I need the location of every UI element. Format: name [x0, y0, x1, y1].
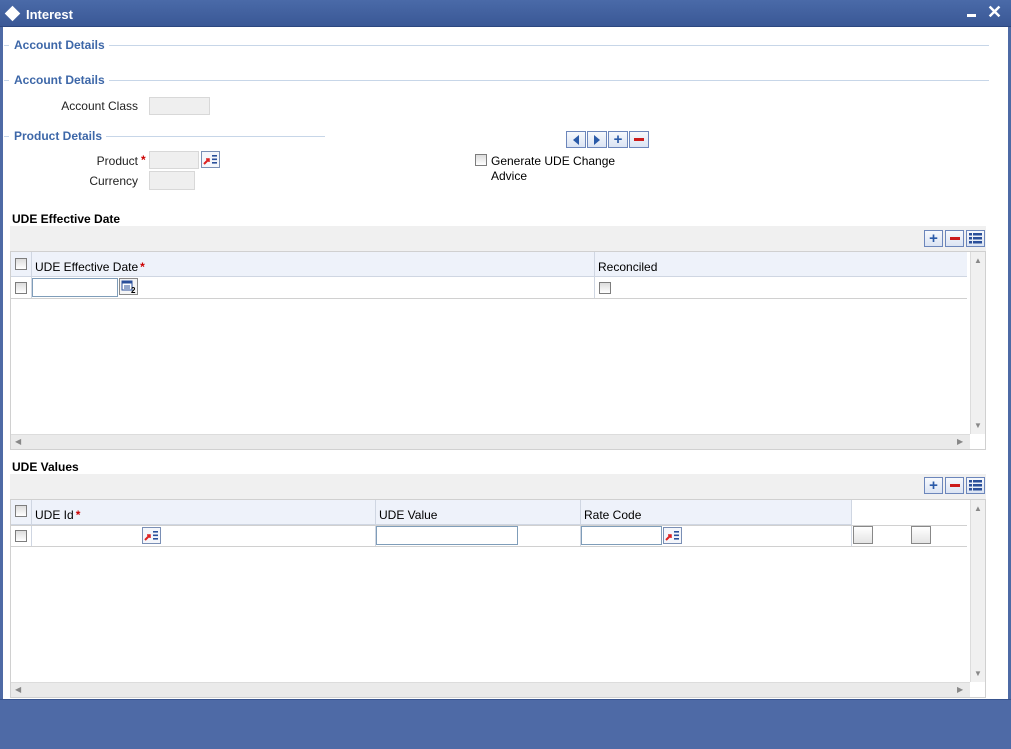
list-icon	[969, 233, 982, 244]
rate-code-input[interactable]	[581, 526, 662, 545]
lov-list-icon	[665, 531, 679, 541]
ude-id-lov-button[interactable]	[142, 527, 161, 544]
product-field[interactable]	[149, 151, 199, 169]
section-dash	[4, 80, 9, 81]
row-detail-button[interactable]	[853, 526, 873, 544]
minus-icon	[949, 237, 960, 240]
required-mark: *	[140, 260, 145, 274]
scroll-right-icon[interactable]: ▶	[957, 685, 963, 694]
generate-ude-advice-checkbox[interactable]	[475, 154, 487, 166]
currency-label: Currency	[89, 174, 138, 188]
ude-values-row-checkbox[interactable]	[15, 530, 27, 542]
plus-icon: +	[929, 476, 938, 494]
column-header-rate-code: Rate Code	[584, 508, 642, 522]
plus-icon: +	[929, 229, 938, 247]
scroll-up-icon[interactable]: ▲	[974, 504, 982, 513]
section-divider	[106, 45, 989, 46]
scroll-left-icon[interactable]: ◀	[15, 685, 21, 694]
section-title-account-details: Account Details	[10, 73, 109, 87]
currency-field[interactable]	[149, 171, 195, 190]
grid-header	[11, 252, 967, 277]
product-label: Product	[96, 154, 138, 168]
account-class-field[interactable]	[149, 97, 210, 115]
list-icon	[969, 480, 982, 491]
window-title: Interest	[26, 7, 73, 22]
next-record-button[interactable]	[587, 131, 607, 148]
ude-effective-date-grid-title: UDE Effective Date	[12, 212, 121, 226]
ude-values-grid-title: UDE Values	[12, 460, 79, 474]
calendar-button[interactable]: 2	[119, 278, 138, 295]
reconciled-checkbox[interactable]	[599, 282, 611, 294]
window-frame-left	[0, 27, 3, 699]
column-separator	[31, 500, 32, 546]
lov-list-icon	[203, 155, 217, 165]
effective-date-horizontal-scrollbar[interactable]	[11, 434, 970, 449]
triangle-right-icon	[594, 134, 600, 145]
grid-toolbar	[10, 226, 986, 251]
scroll-up-icon[interactable]: ▲	[974, 256, 982, 265]
section-divider	[104, 136, 325, 137]
section-dash	[4, 136, 9, 137]
minus-icon	[949, 484, 960, 487]
triangle-left-icon	[573, 134, 579, 145]
column-header-ude-id: UDE Id *	[35, 508, 80, 522]
scroll-down-icon[interactable]: ▼	[974, 669, 982, 678]
svg-text:2: 2	[131, 286, 136, 294]
ude-values-select-all-checkbox[interactable]	[15, 505, 27, 517]
ude-values-single-view-button[interactable]	[966, 477, 985, 494]
generate-ude-advice-label-line1: Generate UDE Change	[491, 154, 616, 168]
column-separator	[594, 252, 595, 298]
column-separator	[851, 500, 852, 546]
effective-date-delete-row-button[interactable]	[945, 230, 964, 247]
rate-code-lov-button[interactable]	[663, 527, 682, 544]
section-title-product-details: Product Details	[10, 129, 107, 143]
plus-icon: +	[613, 130, 623, 148]
lov-list-icon	[144, 531, 158, 541]
calendar-icon: 2	[121, 280, 136, 295]
product-lov-button[interactable]	[201, 151, 220, 168]
section-dash	[4, 45, 9, 46]
effective-date-single-view-button[interactable]	[966, 230, 985, 247]
column-header-label: UDE Id	[35, 508, 74, 522]
section-title-account-details-outer: Account Details	[10, 38, 109, 52]
ude-value-input[interactable]	[376, 526, 518, 545]
minimize-icon[interactable]	[967, 14, 976, 17]
ude-values-horizontal-scrollbar[interactable]	[11, 682, 970, 697]
window-footer	[0, 699, 1011, 749]
minus-icon	[634, 138, 644, 141]
product-required-mark: *	[141, 153, 146, 167]
add-record-button[interactable]: +	[608, 131, 628, 148]
account-class-label: Account Class	[61, 99, 138, 113]
column-header-label: UDE Effective Date	[35, 260, 139, 274]
column-header-reconciled: Reconciled	[598, 260, 658, 274]
generate-ude-advice-label-line2: Advice	[491, 169, 528, 183]
effective-date-select-all-checkbox[interactable]	[15, 258, 27, 270]
scroll-down-icon[interactable]: ▼	[974, 421, 982, 430]
delete-record-button[interactable]	[629, 131, 649, 148]
effective-date-vertical-scrollbar[interactable]	[970, 252, 985, 434]
row-separator	[11, 298, 967, 299]
row-separator	[11, 546, 967, 547]
scroll-left-icon[interactable]: ◀	[15, 437, 21, 446]
previous-record-button[interactable]	[566, 131, 586, 148]
ude-id-input[interactable]	[34, 527, 142, 544]
effective-date-row-checkbox[interactable]	[15, 282, 27, 294]
effective-date-add-row-button[interactable]: +	[924, 230, 943, 247]
required-mark: *	[75, 508, 81, 522]
ude-effective-date-input[interactable]	[32, 278, 118, 297]
ude-values-add-row-button[interactable]: +	[924, 477, 943, 494]
row-detail-button[interactable]	[911, 526, 931, 544]
column-header-ude-effective-date: UDE Effective Date *	[35, 260, 145, 274]
scroll-right-icon[interactable]: ▶	[957, 437, 963, 446]
ude-values-delete-row-button[interactable]	[945, 477, 964, 494]
ude-effective-date-grid	[10, 251, 986, 450]
close-icon[interactable]: ✕	[987, 2, 1002, 22]
ude-values-vertical-scrollbar[interactable]	[970, 500, 985, 682]
column-header-ude-value: UDE Value	[379, 508, 438, 522]
section-divider	[106, 80, 989, 81]
window-titlebar	[0, 0, 1011, 27]
grid-toolbar	[10, 474, 986, 499]
